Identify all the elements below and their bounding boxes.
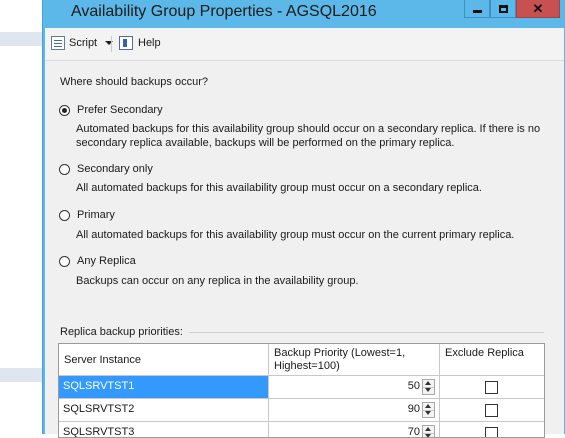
table-row[interactable]: SQLSRVTST3 70 — [59, 422, 544, 437]
help-icon — [119, 36, 133, 50]
option-description: All automated backups for this availabil… — [76, 182, 482, 194]
spin-down-icon[interactable] — [423, 387, 434, 394]
column-header-priority[interactable]: Backup Priority (Lowest=1, Highest=100) — [269, 344, 440, 376]
backup-question: Where should backups occur? — [60, 76, 208, 88]
server-instance-cell[interactable]: SQLSRVTST1 — [59, 376, 269, 399]
radio-button[interactable] — [59, 104, 70, 116]
close-icon: ✕ — [532, 1, 544, 16]
table-row[interactable]: SQLSRVTST1 50 — [59, 376, 544, 399]
radio-secondary-only[interactable]: Secondary only — [59, 163, 153, 175]
priority-value[interactable]: 90 — [408, 403, 420, 415]
radio-primary[interactable]: Primary — [59, 209, 115, 221]
replica-priorities-grid: Server Instance Backup Priority (Lowest=… — [58, 343, 545, 438]
server-instance-cell[interactable]: SQLSRVTST3 — [59, 422, 269, 437]
maximize-icon — [498, 4, 508, 13]
toolbar-separator — [111, 36, 112, 52]
radio-button[interactable] — [59, 163, 70, 175]
radio-prefer-secondary[interactable]: Prefer Secondary — [59, 104, 163, 116]
minimize-button[interactable] — [464, 0, 490, 18]
table-row[interactable]: SQLSRVTST2 90 — [59, 399, 544, 422]
exclude-cell — [440, 399, 544, 422]
backup-preferences-page: Where should backups occur? Prefer Secon… — [45, 61, 564, 438]
column-header-server[interactable]: Server Instance — [59, 344, 269, 376]
priority-stepper[interactable]: 70 — [269, 422, 440, 437]
radio-button[interactable] — [59, 255, 70, 267]
exclude-checkbox[interactable] — [485, 404, 498, 417]
close-button[interactable]: ✕ — [516, 0, 560, 18]
column-header-exclude[interactable]: Exclude Replica — [440, 344, 544, 376]
title-bar[interactable]: Availability Group Properties - AGSQL201… — [43, 0, 565, 28]
script-icon — [51, 36, 65, 50]
window-controls: ✕ — [464, 0, 560, 19]
exclude-checkbox[interactable] — [485, 381, 498, 394]
minimize-icon — [472, 10, 482, 13]
server-instance-cell[interactable]: SQLSRVTST2 — [59, 399, 269, 422]
radio-label: Primary — [77, 209, 115, 221]
window-title: Availability Group Properties - AGSQL201… — [71, 3, 377, 20]
priority-value[interactable]: 70 — [408, 426, 420, 437]
radio-any-replica[interactable]: Any Replica — [59, 255, 136, 267]
maximize-button[interactable] — [490, 0, 516, 18]
dialog-client: Script Help Where should backups occur? … — [45, 28, 564, 438]
option-description: All automated backups for this availabil… — [76, 229, 515, 241]
exclude-checkbox[interactable] — [485, 427, 498, 437]
background-window — [0, 0, 42, 434]
replica-priorities-label: Replica backup priorities: — [60, 326, 183, 338]
help-label: Help — [138, 37, 161, 49]
background-highlight — [0, 32, 42, 46]
background-highlight — [0, 368, 42, 382]
radio-label: Secondary only — [77, 163, 153, 175]
priority-stepper[interactable]: 90 — [269, 399, 440, 422]
priority-value[interactable]: 50 — [408, 380, 420, 392]
exclude-cell — [440, 376, 544, 399]
radio-label: Prefer Secondary — [77, 104, 163, 116]
option-description: Automated backups for this availability … — [76, 123, 541, 149]
exclude-cell — [440, 422, 544, 437]
help-button[interactable]: Help — [119, 36, 161, 50]
radio-button[interactable] — [59, 209, 70, 221]
priority-stepper[interactable]: 50 — [269, 376, 440, 399]
radio-label: Any Replica — [77, 255, 136, 267]
spinner[interactable] — [422, 379, 435, 395]
spinner[interactable] — [422, 402, 435, 418]
group-divider — [189, 332, 544, 333]
properties-window: Availability Group Properties - AGSQL201… — [42, 0, 565, 438]
toolbar: Script Help — [45, 28, 564, 61]
option-description: Backups can occur on any replica in the … — [76, 275, 359, 287]
script-button[interactable]: Script — [51, 36, 114, 50]
spin-down-icon[interactable] — [423, 410, 434, 417]
spinner[interactable] — [422, 425, 435, 437]
script-label: Script — [69, 37, 98, 49]
